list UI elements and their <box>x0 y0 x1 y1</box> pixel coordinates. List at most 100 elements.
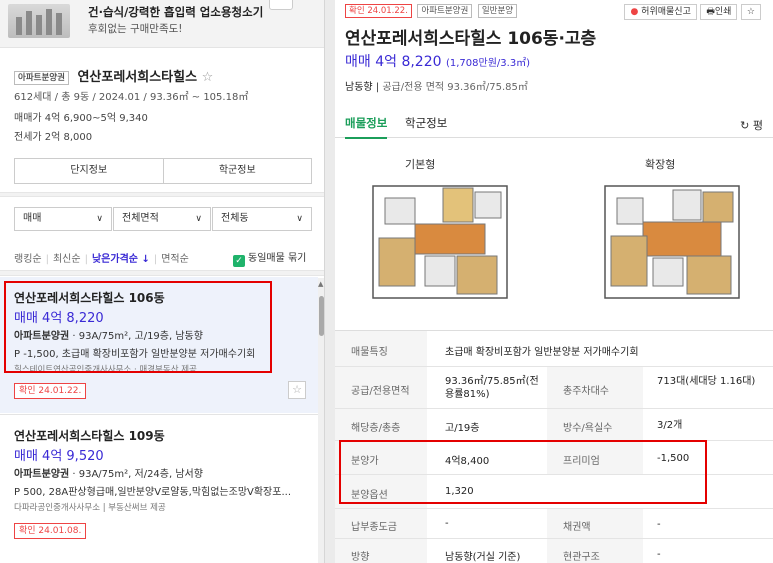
complex-sale-price: 매매가 4억 6,900~5억 9,340 <box>14 113 148 124</box>
confirm-date-badge: 확인 24.01.22. <box>345 4 412 18</box>
divider <box>0 192 324 197</box>
row-label: 매물특징 <box>351 347 388 358</box>
listing-agent: 힐스테이트연산공인중개사사무소 · 매경부동산 제공 <box>14 365 197 375</box>
chevron-down-icon: ∨ <box>96 214 103 224</box>
row-label: 공급/전용면적 <box>351 386 410 397</box>
same-listing-toggle[interactable]: ✓ 동일매물 묶기 <box>233 249 306 267</box>
row-label: 현관구조 <box>563 552 600 563</box>
list-item-selected[interactable]: 연산포레서희스타힐스 106동 매매 4억 8,220 아파트분양권 · 93A… <box>0 277 318 413</box>
row-value: 3/2개 <box>657 420 683 431</box>
type-badge: 아파트분양권 <box>417 4 473 18</box>
ad-title: 건·습식/강력한 흡입력 업소용청소기 <box>88 5 264 19</box>
detail-badges: 확인 24.01.22. 아파트분양권 일반분양 <box>345 4 519 18</box>
area-value: 전체면적 <box>122 213 159 224</box>
scroll-up-icon[interactable]: ▲ <box>318 280 323 288</box>
complex-lease-price: 전세가 2억 8,000 <box>14 132 93 143</box>
row-value: 고/19층 <box>445 423 480 434</box>
building-select[interactable]: 전체동 ∨ <box>212 207 312 231</box>
table-row: 해당층/총층 고/19층 방수/욕실수 3/2개 <box>335 409 773 441</box>
tab-complex-info[interactable]: 단지정보 <box>15 159 163 183</box>
confirm-date-badge: 확인 24.01.08. <box>14 523 87 539</box>
row-value: 초급매 확장비포함가 일반분양분 저가매수기회 <box>445 347 639 358</box>
building-value: 전체동 <box>221 213 249 224</box>
checkbox-checked-icon[interactable]: ✓ <box>233 255 245 267</box>
row-value: - <box>445 518 449 529</box>
complex-title: 아파트분양권 연산포레서희스타힐스 ☆ <box>14 66 213 85</box>
detail-actions: ● 허위매물신고 🖶인쇄 ☆ <box>624 4 761 20</box>
row-value: - <box>657 549 661 560</box>
sort-area[interactable]: 면적순 <box>161 254 189 265</box>
table-row: 공급/전용면적 93.36㎡/75.85㎡(전용률81%) 총주차대수 713대… <box>335 367 773 409</box>
ad-close-button[interactable] <box>269 0 293 10</box>
list-item[interactable]: 연산포레서희스타힐스 109동 매매 4억 9,520 아파트분양권 · 93A… <box>0 414 318 563</box>
sale-type-badge: 일반분양 <box>477 4 518 18</box>
floor-plan-extended-image[interactable] <box>597 178 747 306</box>
favorite-star-icon[interactable]: ☆ <box>202 70 214 85</box>
plan-label-extended: 확장형 <box>645 158 676 171</box>
row-value: 남동향(거실 기준) <box>445 552 521 563</box>
listing-info-table: 매물특징 초급매 확장비포함가 일반분양분 저가매수기회 공급/전용면적 93.… <box>335 330 773 563</box>
sort-options: 랭킹순 | 최신순 | 낮은가격순 ↓ | 면적순 <box>14 254 189 265</box>
area-select[interactable]: 전체면적 ∨ <box>113 207 211 231</box>
complex-name: 연산포레서희스타힐스 <box>77 70 198 85</box>
refresh-icon: ↻ <box>740 119 750 132</box>
table-row: 방향 남동향(거실 기준) 현관구조 - <box>335 539 773 563</box>
tab-listing-info[interactable]: 매물정보 <box>345 115 388 139</box>
ad-banner[interactable]: 건·습식/강력한 흡입력 업소용청소기 후회없는 구매만족도! <box>0 0 324 48</box>
sort-ranking[interactable]: 랭킹순 <box>14 254 42 265</box>
listing-price: 매매 4억 9,520 <box>14 449 104 464</box>
plan-label-basic: 기본형 <box>405 158 436 171</box>
row-value: 4억8,400 <box>445 456 490 467</box>
report-button[interactable]: ● 허위매물신고 <box>624 4 697 20</box>
row-label: 프리미엄 <box>563 456 600 467</box>
unit-toggle[interactable]: ↻ 평 <box>740 117 763 133</box>
row-label: 분양옵션 <box>351 490 388 501</box>
listing-name: 연산포레서희스타힐스 109동 <box>14 429 165 443</box>
favorite-button[interactable]: ☆ <box>740 4 761 20</box>
floor-plan-basic-image[interactable] <box>365 178 515 306</box>
row-label: 납부종도금 <box>351 522 397 533</box>
row-label: 방향 <box>351 552 370 563</box>
listing-spec: 아파트분양권 · 93A/75m², 저/24층, 남서향 <box>14 469 203 480</box>
divider <box>0 270 324 276</box>
listing-description: P 500, 28A판상형급매,일반분양V로얄동,막힘없는조망V확장포... <box>14 487 291 498</box>
table-row: 분양옵션 1,320 <box>335 475 773 509</box>
listing-name: 연산포레서희스타힐스 106동 <box>14 291 165 305</box>
print-icon: 🖶 <box>706 7 715 17</box>
row-label: 분양가 <box>351 456 379 467</box>
confirm-date-badge: 확인 24.01.22. <box>14 383 87 399</box>
row-value: - <box>657 519 661 530</box>
favorite-star-icon[interactable]: ☆ <box>288 381 306 399</box>
row-label: 총주차대수 <box>563 386 609 397</box>
complex-badge: 아파트분양권 <box>14 70 69 85</box>
listing-spec: 아파트분양권 · 93A/75m², 고/19층, 남동향 <box>14 331 203 342</box>
row-label: 채권액 <box>563 522 591 533</box>
trade-type-value: 매매 <box>23 213 42 224</box>
detail-price: 매매 4억 8,220 (1,708만원/3.3㎡) <box>345 54 531 70</box>
sort-low-price[interactable]: 낮은가격순 ↓ <box>92 254 150 265</box>
table-row: 매물특징 초급매 확장비포함가 일반분양분 저가매수기회 <box>335 331 773 367</box>
scrollbar-thumb[interactable] <box>319 296 324 336</box>
listing-description: P -1,500, 초급매 확장비포함가 일반분양분 저가매수기회 <box>14 349 256 360</box>
listing-price: 매매 4억 8,220 <box>14 311 104 326</box>
detail-title: 연산포레서희스타힐스 106동·고층 <box>345 29 597 49</box>
print-button[interactable]: 🖶인쇄 <box>700 4 738 20</box>
listing-agent: 다파라공인중개사사무소 | 부동산써브 제공 <box>14 503 166 513</box>
tab-school-info[interactable]: 학군정보 <box>405 115 447 131</box>
detail-tabs: 매물정보 학군정보 ↻ 평 <box>335 108 773 139</box>
table-row: 납부종도금 - 채권액 - <box>335 509 773 539</box>
trade-type-select[interactable]: 매매 ∨ <box>14 207 112 231</box>
sort-latest[interactable]: 최신순 <box>53 254 81 265</box>
complex-tabs: 단지정보 학군정보 <box>14 158 312 184</box>
table-row: 분양가 4억8,400 프리미엄 -1,500 <box>335 441 773 475</box>
tab-school-info[interactable]: 학군정보 <box>162 159 312 183</box>
listing-panel: 건·습식/강력한 흡입력 업소용청소기 후회없는 구매만족도! 아파트분양권 연… <box>0 0 325 563</box>
detail-summary: 남동향 | 공급/전용 면적 93.36㎡/75.85㎡ <box>345 82 528 93</box>
row-value: -1,500 <box>657 453 690 464</box>
siren-icon: ● <box>630 7 639 17</box>
row-label: 방수/욕실수 <box>563 423 613 434</box>
panel-gutter <box>325 0 335 563</box>
row-value: 93.36㎡/75.85㎡(전용률81%) <box>445 376 539 400</box>
ad-subtitle: 후회없는 구매만족도! <box>88 23 183 35</box>
sort-arrow-icon: ↓ <box>141 254 150 265</box>
